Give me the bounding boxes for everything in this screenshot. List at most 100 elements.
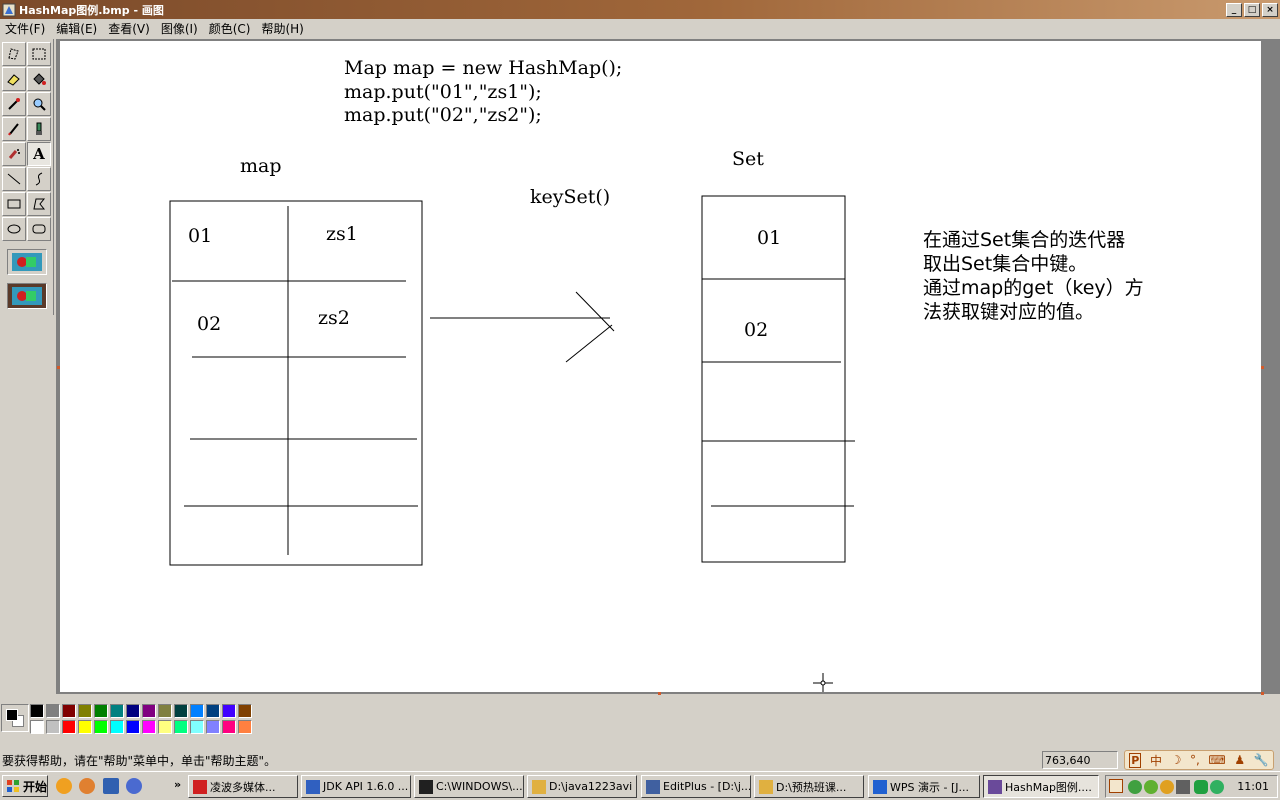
maximize-button[interactable]: □ [1244, 2, 1260, 17]
palette-swatch[interactable] [62, 720, 76, 734]
close-button[interactable]: × [1262, 2, 1278, 17]
palette-swatch[interactable] [158, 704, 172, 718]
opaque-option-icon[interactable] [7, 283, 47, 309]
menu-edit[interactable]: 编辑(E) [51, 20, 103, 37]
folder-icon [532, 779, 546, 794]
palette-swatch[interactable] [110, 720, 124, 734]
curve-icon[interactable] [27, 167, 51, 191]
color-picker-icon[interactable] [2, 92, 26, 116]
resize-handle[interactable] [658, 692, 661, 695]
tray-qq-icon[interactable] [1144, 780, 1158, 794]
palette-swatch[interactable] [46, 704, 60, 718]
resize-handle[interactable] [1261, 692, 1264, 695]
polygon-icon[interactable] [27, 192, 51, 216]
minimize-button[interactable]: _ [1226, 2, 1242, 17]
palette-swatch[interactable] [174, 720, 188, 734]
ellipse-icon[interactable] [2, 217, 26, 241]
palette-swatch[interactable] [222, 720, 236, 734]
tray-security-icon[interactable] [1194, 780, 1208, 794]
palette-swatch[interactable] [126, 720, 140, 734]
ime-settings-icon[interactable]: 🔧 [1254, 753, 1269, 767]
menu-view[interactable]: 查看(V) [103, 20, 156, 37]
palette-swatch[interactable] [30, 720, 44, 734]
rounded-rectangle-icon[interactable] [27, 217, 51, 241]
ime-logo-icon[interactable]: P [1129, 752, 1142, 768]
palette-swatch[interactable] [190, 720, 204, 734]
folder-icon [759, 779, 773, 794]
task-wps-presentation[interactable]: WPS 演示 - [J... [868, 775, 980, 798]
task-folder-course[interactable]: D:\预热班课... [754, 775, 864, 798]
tray-update-icon[interactable] [1160, 780, 1174, 794]
quicklaunch-desktop-icon[interactable] [103, 778, 119, 794]
menu-image[interactable]: 图像(I) [156, 20, 204, 37]
keyset-label: keySet() [530, 186, 610, 208]
palette-swatch[interactable] [94, 720, 108, 734]
palette-swatch[interactable] [206, 704, 220, 718]
ime-keyboard-icon[interactable]: ⌨ [1208, 753, 1225, 767]
resize-handle[interactable] [57, 366, 60, 369]
paint-app-icon [988, 779, 1002, 794]
map-value-2: zs2 [318, 307, 350, 329]
magnifier-icon[interactable] [27, 92, 51, 116]
quicklaunch-ie-icon[interactable] [126, 778, 142, 794]
palette-swatch[interactable] [238, 720, 252, 734]
airbrush-icon[interactable] [2, 142, 26, 166]
media-player-icon [193, 779, 207, 794]
palette-swatch[interactable] [94, 704, 108, 718]
palette-swatch[interactable] [238, 704, 252, 718]
palette-swatch[interactable] [174, 704, 188, 718]
palette-swatch[interactable] [222, 704, 236, 718]
palette-swatch[interactable] [206, 720, 220, 734]
palette-swatch[interactable] [190, 704, 204, 718]
tray-network-icon[interactable] [1128, 780, 1142, 794]
menu-help[interactable]: 帮助(H) [256, 20, 309, 37]
line-icon[interactable] [2, 167, 26, 191]
task-label: D:\java1223avi [549, 780, 633, 793]
palette-swatch[interactable] [158, 720, 172, 734]
resize-handle[interactable] [1261, 366, 1264, 369]
fill-icon[interactable] [27, 67, 51, 91]
palette-swatch[interactable] [46, 720, 60, 734]
rectangle-icon[interactable] [2, 192, 26, 216]
palette-swatch[interactable] [62, 704, 76, 718]
tray-sync-icon[interactable] [1210, 780, 1224, 794]
status-bar: 要获得帮助，请在"帮助"菜单中，单击"帮助主题"。 763,640 P 中 ☽ … [0, 749, 1280, 770]
palette-swatch[interactable] [30, 704, 44, 718]
task-editplus[interactable]: EditPlus - [D:\j... [641, 775, 751, 798]
ime-user-icon[interactable]: ♟ [1234, 753, 1245, 767]
current-colors[interactable] [1, 704, 29, 732]
tray-ime-icon[interactable] [1109, 779, 1123, 793]
task-folder-java[interactable]: D:\java1223avi [527, 775, 637, 798]
tray-monitor-icon[interactable] [1176, 780, 1190, 794]
task-media-player[interactable]: 凌波多媒体... [188, 775, 298, 798]
select-icon[interactable] [27, 42, 51, 66]
clock[interactable]: 11:01 [1237, 780, 1269, 793]
eraser-icon[interactable] [2, 67, 26, 91]
start-button[interactable]: 开始 [2, 775, 48, 797]
brush-icon[interactable] [27, 117, 51, 141]
ime-halfwidth-icon[interactable]: ☽ [1171, 753, 1182, 767]
menu-colors[interactable]: 颜色(C) [204, 20, 257, 37]
palette-swatch[interactable] [78, 704, 92, 718]
transparent-option-icon[interactable] [7, 249, 47, 275]
pencil-icon[interactable] [2, 117, 26, 141]
drawing-canvas[interactable]: Map map = new HashMap(); map.put("01","z… [60, 41, 1261, 692]
menu-file[interactable]: 文件(F) [0, 20, 51, 37]
cursor-coordinates: 763,640 [1042, 751, 1118, 769]
palette-swatch[interactable] [142, 704, 156, 718]
ime-mode-chinese[interactable]: 中 [1150, 752, 1162, 769]
quicklaunch-browser-icon[interactable] [79, 778, 95, 794]
task-label: HashMap图例.... [1005, 780, 1092, 794]
ime-punctuation-icon[interactable]: °, [1190, 753, 1200, 767]
task-command-prompt[interactable]: C:\WINDOWS\... [414, 775, 524, 798]
quicklaunch-more-icon[interactable]: » [174, 778, 181, 791]
free-form-select-icon[interactable] [2, 42, 26, 66]
palette-swatch[interactable] [142, 720, 156, 734]
task-jdk-api[interactable]: JDK API 1.6.0 ... [301, 775, 411, 798]
palette-swatch[interactable] [126, 704, 140, 718]
text-icon[interactable]: A [27, 142, 51, 166]
quicklaunch-qq-icon[interactable] [56, 778, 72, 794]
palette-swatch[interactable] [110, 704, 124, 718]
task-paint[interactable]: HashMap图例.... [983, 775, 1099, 798]
palette-swatch[interactable] [78, 720, 92, 734]
